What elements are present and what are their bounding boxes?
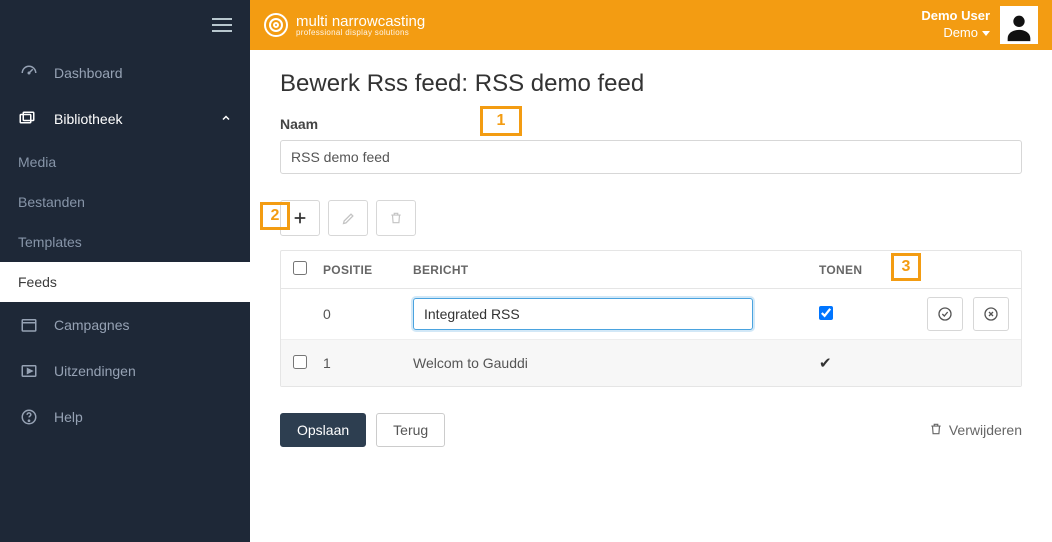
footer-actions: Opslaan Terug Verwijderen (280, 413, 1022, 447)
brand-text: multi narrowcasting professional display… (296, 14, 425, 37)
sidebar-item-uitzendingen[interactable]: Uitzendingen (0, 348, 250, 394)
content: Bewerk Rss feed: RSS demo feed Naam 1 2 (250, 50, 1052, 542)
brand: multi narrowcasting professional display… (264, 13, 425, 37)
sidebar-subitem-templates[interactable]: Templates (0, 222, 250, 262)
col-bericht: BERICHT (413, 263, 819, 277)
sidebar-subitem-bestanden[interactable]: Bestanden (0, 182, 250, 222)
menu-toggle-icon[interactable] (212, 18, 232, 32)
sidebar-item-label: Uitzendingen (54, 363, 136, 379)
save-button[interactable]: Opslaan (280, 413, 366, 447)
gauge-icon (18, 64, 40, 82)
sidebar-subitem-feeds[interactable]: Feeds (0, 262, 250, 302)
table-row: 0 (281, 289, 1021, 340)
calendar-icon (18, 316, 40, 334)
nav: Dashboard Bibliotheek Media Bestanden Te… (0, 50, 250, 542)
edit-row-button[interactable] (328, 200, 368, 236)
brand-logo-icon (264, 13, 288, 37)
row-toolbar (280, 200, 1022, 236)
chevron-up-icon (220, 111, 232, 127)
add-row-button[interactable] (280, 200, 320, 236)
user-name: Demo User (921, 8, 990, 25)
sidebar-subitem-media[interactable]: Media (0, 142, 250, 182)
select-all-checkbox[interactable] (293, 261, 307, 275)
col-positie: POSITIE (323, 263, 413, 277)
sidebar-item-label: Bibliotheek (54, 111, 123, 127)
caret-down-icon (982, 31, 990, 36)
help-icon (18, 408, 40, 426)
sidebar-item-label: Help (54, 409, 83, 425)
brand-word-2: narrowcasting (332, 13, 425, 30)
tenant-name: Demo (921, 25, 990, 42)
library-icon (18, 110, 40, 128)
tonen-checkbox[interactable] (819, 306, 833, 320)
sidebar-item-label: Dashboard (54, 65, 123, 81)
table-row[interactable]: 1 Welcom to Gauddi ✔ (281, 340, 1021, 386)
cancel-edit-button[interactable] (973, 297, 1009, 331)
name-label: Naam (280, 116, 1022, 132)
sidebar-item-bibliotheek[interactable]: Bibliotheek (0, 96, 250, 142)
name-input[interactable] (280, 140, 1022, 174)
sidebar-submenu-bibliotheek: Media Bestanden Templates Feeds (0, 142, 250, 302)
table-header: POSITIE BERICHT TONEN (281, 251, 1021, 289)
confirm-edit-button[interactable] (927, 297, 963, 331)
message-edit-input[interactable] (413, 298, 753, 330)
delete-feed-label: Verwijderen (949, 422, 1022, 438)
sidebar-item-help[interactable]: Help (0, 394, 250, 440)
page-title: Bewerk Rss feed: RSS demo feed (280, 70, 1022, 98)
sidebar: Dashboard Bibliotheek Media Bestanden Te… (0, 0, 250, 542)
check-icon: ✔ (819, 355, 832, 372)
col-tonen: TONEN (819, 263, 889, 277)
topbar: multi narrowcasting professional display… (250, 0, 1052, 50)
row-select-checkbox[interactable] (293, 355, 307, 369)
avatar (1000, 6, 1038, 44)
delete-row-button[interactable] (376, 200, 416, 236)
user-menu[interactable]: Demo User Demo (921, 6, 1038, 44)
trash-icon (929, 422, 943, 439)
cell-positie: 0 (323, 306, 413, 322)
broadcast-icon (18, 362, 40, 380)
brand-tagline: professional display solutions (296, 29, 425, 37)
brand-word-1: multi (296, 13, 328, 30)
messages-table: 3 POSITIE BERICHT TONEN 0 (280, 250, 1022, 387)
sidebar-item-campagnes[interactable]: Campagnes (0, 302, 250, 348)
back-button[interactable]: Terug (376, 413, 445, 447)
cell-bericht: Welcom to Gauddi (413, 355, 819, 371)
delete-feed-button[interactable]: Verwijderen (929, 422, 1022, 439)
cell-positie: 1 (323, 355, 413, 371)
sidebar-item-label: Campagnes (54, 317, 130, 333)
sidebar-item-dashboard[interactable]: Dashboard (0, 50, 250, 96)
sidebar-top (0, 0, 250, 50)
